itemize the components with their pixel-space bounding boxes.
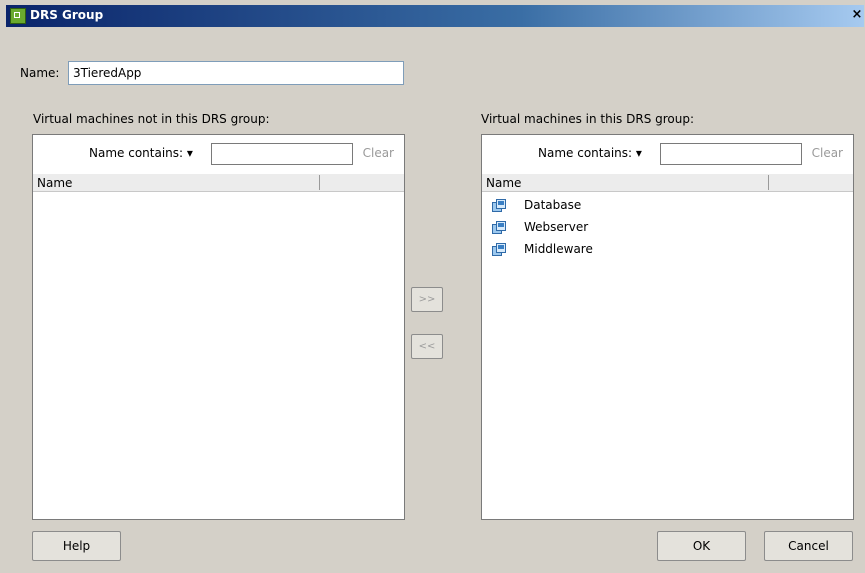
vm-icon [492,221,506,234]
vm-name: Webserver [524,220,589,234]
vm-name: Database [524,198,582,212]
drs-group-icon [10,8,26,24]
title-bar[interactable]: DRS Group × [6,5,864,27]
available-vms-panel: Name contains: ▾ Clear Name [32,134,405,520]
group-name-input[interactable] [68,61,404,85]
filter-input[interactable] [660,143,802,165]
name-contains-dropdown[interactable]: Name contains: ▾ [89,146,193,160]
clear-button[interactable]: Clear [363,146,394,160]
cancel-button[interactable]: Cancel [764,531,853,561]
column-divider[interactable] [768,175,769,190]
clear-button[interactable]: Clear [812,146,843,160]
ok-button[interactable]: OK [657,531,746,561]
column-header-name: Name [37,176,73,190]
vm-icon [492,243,506,256]
left-panel-heading: Virtual machines not in this DRS group: [33,112,270,126]
vm-name: Middleware [524,242,593,256]
column-header[interactable]: Name [482,174,853,192]
vm-row-middleware[interactable]: Middleware [482,239,853,261]
filter-bar: Name contains: ▾ Clear [482,135,853,173]
name-label: Name: [20,66,60,80]
filter-bar: Name contains: ▾ Clear [33,135,404,173]
column-divider[interactable] [319,175,320,190]
right-panel-heading: Virtual machines in this DRS group: [481,112,695,126]
drs-group-dialog: DRS Group × Name: Virtual machines not i… [0,0,865,573]
filter-input[interactable] [211,143,353,165]
group-vms-panel: Name contains: ▾ Clear Name Database Web… [481,134,854,520]
vm-row-webserver[interactable]: Webserver [482,217,853,239]
column-header[interactable]: Name [33,174,404,192]
vm-row-database[interactable]: Database [482,195,853,217]
remove-from-group-button[interactable]: << [411,334,443,359]
close-button[interactable]: × [850,8,864,23]
help-button[interactable]: Help [32,531,121,561]
window-title: DRS Group [30,8,104,22]
add-to-group-button[interactable]: >> [411,287,443,312]
column-header-name: Name [486,176,522,190]
vm-icon [492,199,506,212]
group-vm-list: Database Webserver Middleware [482,195,853,261]
name-contains-dropdown[interactable]: Name contains: ▾ [538,146,642,160]
